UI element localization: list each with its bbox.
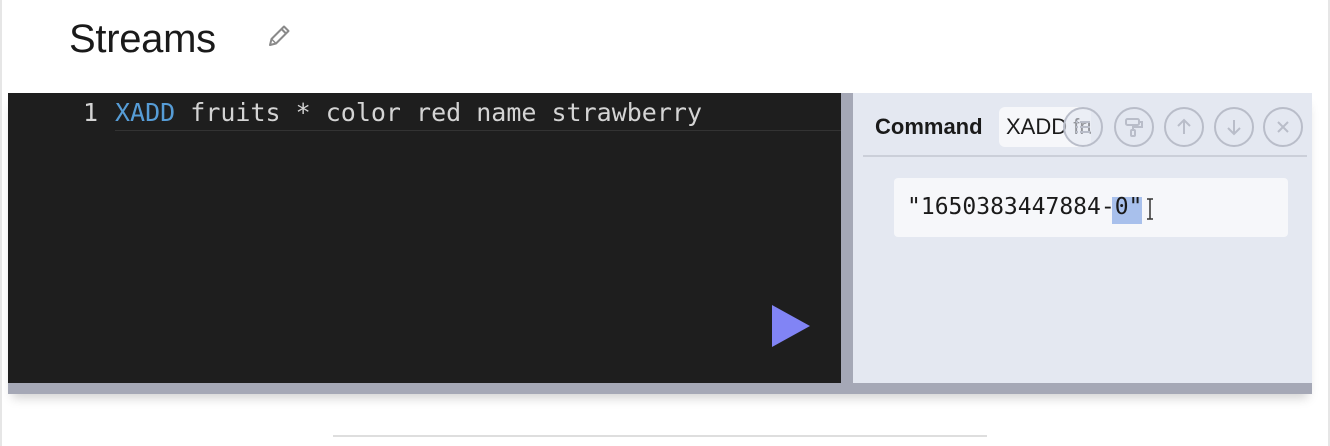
panel-resize-handle[interactable] (841, 93, 853, 383)
play-icon (772, 305, 810, 347)
output-text[interactable]: "1650383447884-0" (907, 192, 1142, 222)
code-line[interactable]: XADD fruits * color red name strawberry (115, 97, 841, 131)
move-up-button[interactable] (1164, 107, 1204, 147)
arrow-up-icon (1177, 118, 1191, 134)
format-results-button[interactable] (1063, 107, 1103, 147)
move-down-button[interactable] (1214, 107, 1254, 147)
separator-line (333, 435, 987, 437)
result-divider (863, 155, 1307, 157)
line-number: 1 (82, 98, 98, 127)
output-box[interactable]: "1650383447884-0" (894, 178, 1288, 237)
close-icon (1277, 121, 1289, 133)
text-cursor-icon (1146, 198, 1154, 220)
arrow-down-icon (1227, 120, 1241, 136)
left-frame-border (0, 0, 2, 446)
cell-bottom-bar (8, 383, 1312, 394)
pencil-icon[interactable] (265, 22, 293, 50)
command-label: Command (875, 114, 983, 139)
list-icon (1076, 121, 1090, 133)
query-cell: 1 XADD fruits * color red name strawberr… (8, 93, 1312, 394)
title-row: Streams (69, 14, 216, 64)
run-button[interactable] (772, 305, 810, 347)
result-pane: Command XADD fruits * color red name str… (853, 93, 1312, 383)
page-title: Streams (69, 17, 216, 61)
format-button[interactable] (1114, 107, 1154, 147)
paint-roller-icon (1125, 118, 1143, 137)
command-arguments: fruits * color red name strawberry (175, 98, 703, 127)
close-button[interactable] (1263, 107, 1303, 147)
code-editor[interactable]: 1 XADD fruits * color red name strawberr… (8, 93, 841, 383)
command-keyword: XADD (115, 98, 176, 127)
